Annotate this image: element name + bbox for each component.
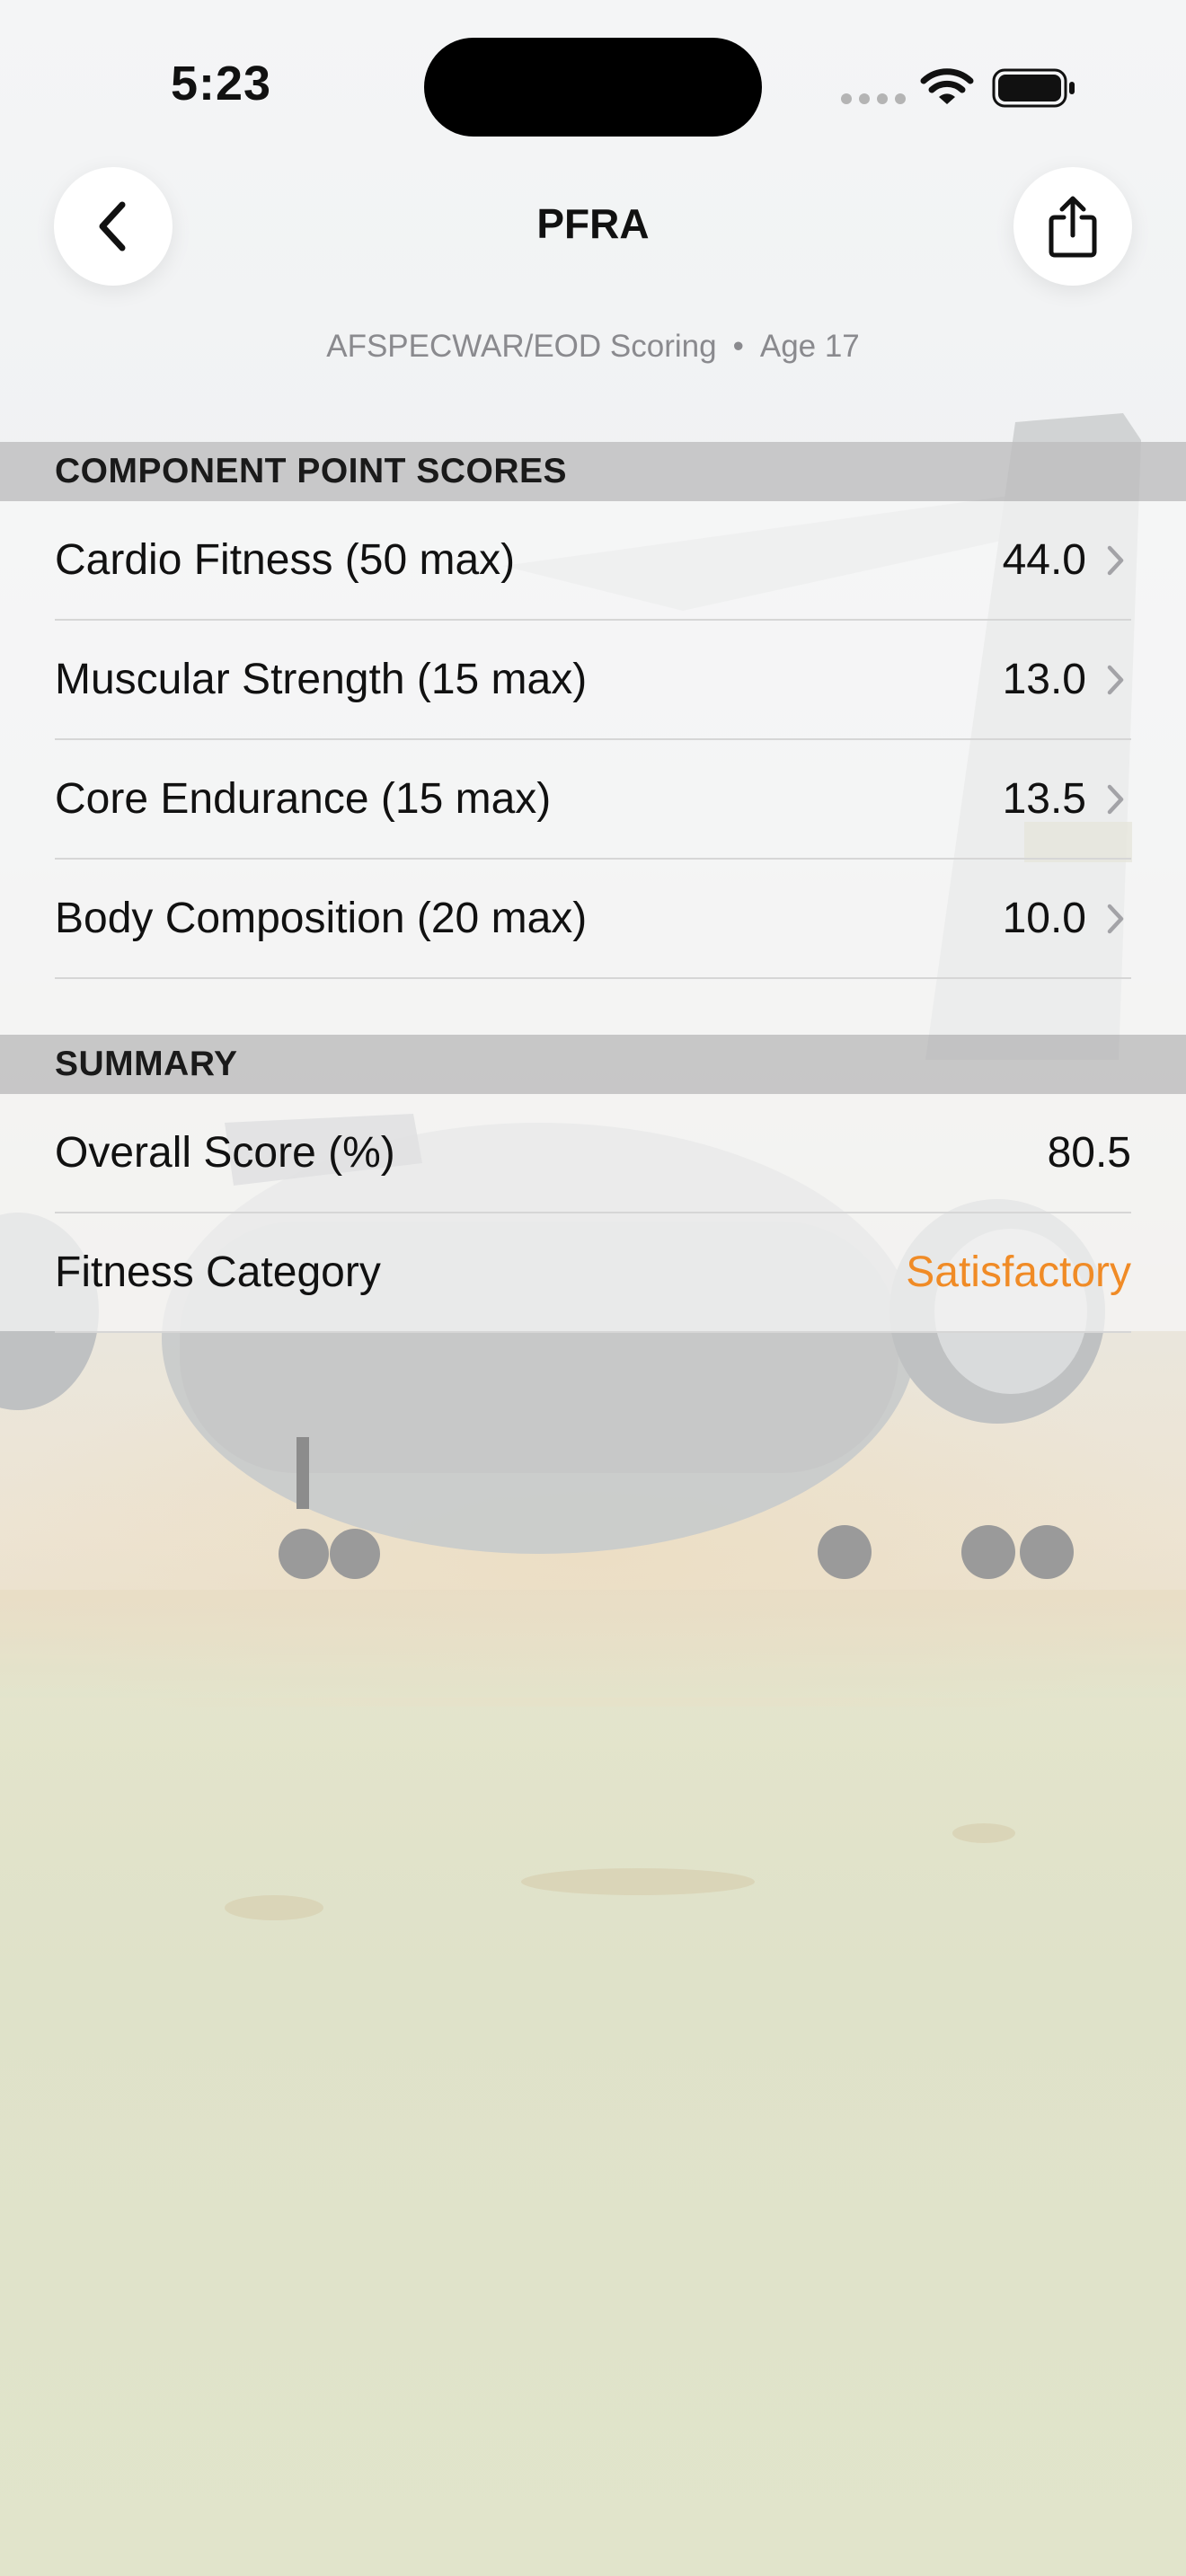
section-title: COMPONENT POINT SCORES: [55, 452, 568, 490]
battery-icon: [992, 68, 1075, 108]
row-label: Cardio Fitness (50 max): [55, 536, 516, 584]
back-button[interactable]: [54, 167, 173, 286]
row-label: Core Endurance (15 max): [55, 775, 552, 823]
score-row-muscular-strength[interactable]: Muscular Strength (15 max) 13.0: [55, 621, 1131, 740]
scoring-standard: AFSPECWAR/EOD Scoring: [326, 329, 717, 364]
row-label: Overall Score (%): [55, 1129, 395, 1177]
section-header-summary: SUMMARY: [0, 1035, 1186, 1094]
summary-row-overall-score: Overall Score (%) 80.5: [55, 1094, 1131, 1213]
chevron-right-icon: [1106, 783, 1131, 816]
page-title: PFRA: [536, 200, 650, 247]
score-row-core-endurance[interactable]: Core Endurance (15 max) 13.5: [55, 740, 1131, 860]
section-header-component-scores: COMPONENT POINT SCORES: [0, 442, 1186, 501]
background-grass: [225, 1895, 323, 1920]
chevron-right-icon: [1106, 664, 1131, 696]
score-row-cardio[interactable]: Cardio Fitness (50 max) 44.0: [55, 501, 1131, 621]
row-value: 44.0: [1002, 536, 1086, 584]
row-label: Muscular Strength (15 max): [55, 656, 588, 703]
component-scores-list: Cardio Fitness (50 max) 44.0 Muscular St…: [0, 501, 1186, 1035]
score-row-body-composition[interactable]: Body Composition (20 max) 10.0: [55, 860, 1131, 979]
row-value: 13.5: [1002, 775, 1086, 823]
overall-score-value: 80.5: [1047, 1129, 1131, 1177]
age-label: Age 17: [759, 329, 860, 364]
status-bar: 5:23: [0, 0, 1186, 171]
background-grass: [521, 1868, 755, 1895]
background-grass: [952, 1823, 1015, 1843]
row-label: Fitness Category: [55, 1248, 381, 1296]
share-button[interactable]: [1013, 167, 1132, 286]
chevron-right-icon: [1106, 903, 1131, 935]
row-value: 10.0: [1002, 895, 1086, 942]
summary-list: Overall Score (%) 80.5 Fitness Category …: [0, 1094, 1186, 1333]
status-time: 5:23: [171, 57, 272, 110]
share-icon: [1049, 196, 1097, 258]
chevron-right-icon: [1106, 544, 1131, 577]
section-title: SUMMARY: [55, 1045, 238, 1083]
chevron-left-icon: [99, 201, 126, 251]
row-value: 13.0: [1002, 656, 1086, 703]
subtitle-separator: •: [732, 329, 744, 364]
row-label: Body Composition (20 max): [55, 895, 588, 942]
dynamic-island: [424, 38, 762, 137]
fitness-category-value: Satisfactory: [906, 1248, 1131, 1296]
summary-row-fitness-category: Fitness Category Satisfactory: [55, 1213, 1131, 1333]
cellular-signal-icon: [841, 93, 906, 104]
wifi-icon: [920, 68, 974, 104]
scoring-subtitle: AFSPECWAR/EOD Scoring • Age 17: [144, 329, 1042, 365]
